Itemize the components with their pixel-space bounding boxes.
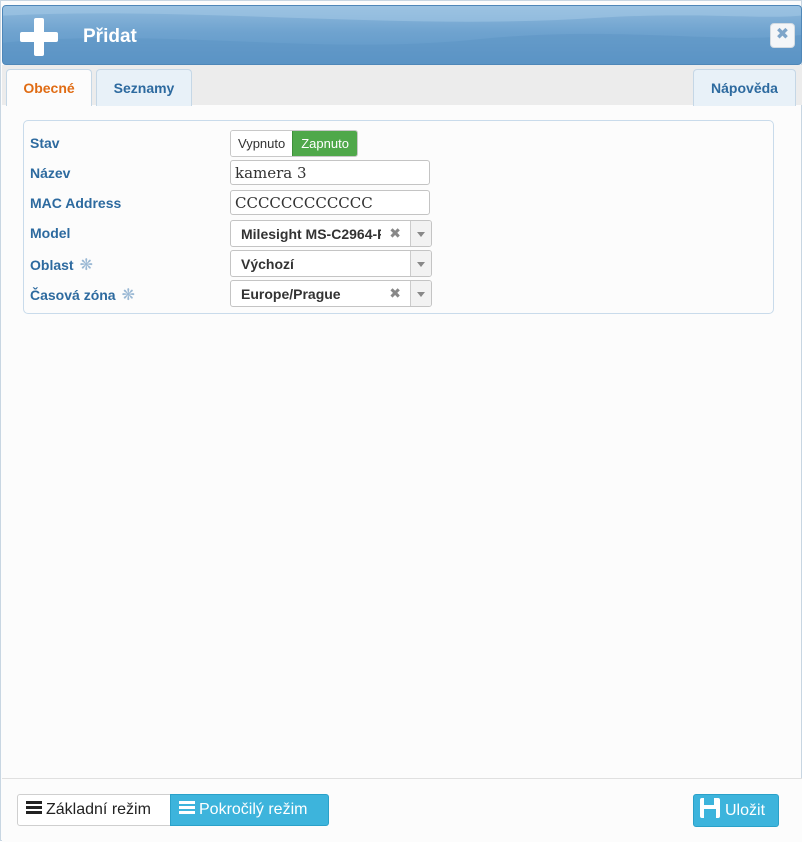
dialog-titlebar: Přidat ✖	[2, 5, 802, 65]
clear-icon[interactable]: ✖	[389, 285, 401, 302]
tab-obecne[interactable]: Obecné	[6, 69, 92, 106]
oblast-select[interactable]: Výchozí	[230, 250, 432, 277]
row-stav: Stav Vypnuto Zapnuto	[24, 130, 773, 157]
model-label: Model	[30, 225, 71, 241]
row-mac: MAC Address CCCCCCCCCCCC	[24, 190, 773, 216]
oblast-label-text: Oblast	[30, 257, 74, 273]
dialog-title: Přidat	[83, 26, 137, 47]
stav-toggle[interactable]: Vypnuto Zapnuto	[230, 130, 358, 157]
zona-label: Časová zóna ❋	[30, 285, 135, 305]
asterisk-icon: ❋	[121, 287, 135, 304]
nazev-input[interactable]: kamera 3	[230, 160, 430, 185]
mac-input[interactable]: CCCCCCCCCCCC	[230, 190, 430, 215]
advanced-mode-label: Pokročilý režim	[199, 801, 308, 818]
model-select[interactable]: Milesight MS-C2964-PB ✖	[230, 220, 432, 247]
toggle-on-option[interactable]: Zapnuto	[292, 131, 357, 156]
chevron-down-icon[interactable]	[410, 281, 431, 306]
list-icon	[179, 801, 195, 815]
nazev-label: Název	[30, 165, 71, 181]
tab-bar: Obecné Seznamy Nápověda	[2, 65, 802, 106]
model-value: Milesight MS-C2964-PB	[241, 226, 381, 242]
clear-icon[interactable]: ✖	[389, 225, 401, 242]
stav-label: Stav	[30, 135, 60, 151]
oblast-value: Výchozí	[241, 256, 294, 272]
mac-label: MAC Address	[30, 195, 122, 211]
zona-select[interactable]: Europe/Prague ✖	[230, 280, 432, 307]
asterisk-icon: ❋	[79, 257, 93, 274]
advanced-mode-button[interactable]: Pokročilý režim	[170, 794, 329, 826]
save-button[interactable]: Uložit	[693, 794, 779, 827]
tab-napoveda[interactable]: Nápověda	[693, 69, 796, 106]
chevron-down-icon[interactable]	[410, 221, 431, 246]
basic-mode-label: Základní režim	[46, 801, 151, 818]
tab-seznamy[interactable]: Seznamy	[96, 69, 192, 106]
floppy-icon	[700, 798, 720, 818]
toggle-off-option[interactable]: Vypnuto	[231, 131, 293, 156]
dialog-footer: Základní režim Pokročilý režim Uložit	[2, 778, 802, 842]
chevron-down-icon[interactable]	[410, 251, 431, 276]
row-model: Model Milesight MS-C2964-PB ✖	[24, 220, 773, 247]
row-oblast: Oblast ❋ Výchozí	[24, 250, 773, 277]
save-label: Uložit	[725, 802, 766, 819]
zona-label-text: Časová zóna	[30, 287, 116, 303]
close-icon[interactable]: ✖	[770, 23, 795, 48]
oblast-label: Oblast ❋	[30, 255, 93, 275]
plus-icon	[20, 18, 58, 56]
row-nazev: Název kamera 3	[24, 160, 773, 186]
general-form: Stav Vypnuto Zapnuto Název kamera 3 MAC …	[23, 120, 774, 314]
row-zona: Časová zóna ❋ Europe/Prague ✖	[24, 280, 773, 307]
basic-mode-button[interactable]: Základní režim	[17, 794, 171, 826]
add-dialog: Přidat ✖ Obecné Seznamy Nápověda Stav Vy…	[0, 0, 802, 842]
list-icon	[26, 801, 42, 815]
zona-value: Europe/Prague	[241, 286, 341, 302]
